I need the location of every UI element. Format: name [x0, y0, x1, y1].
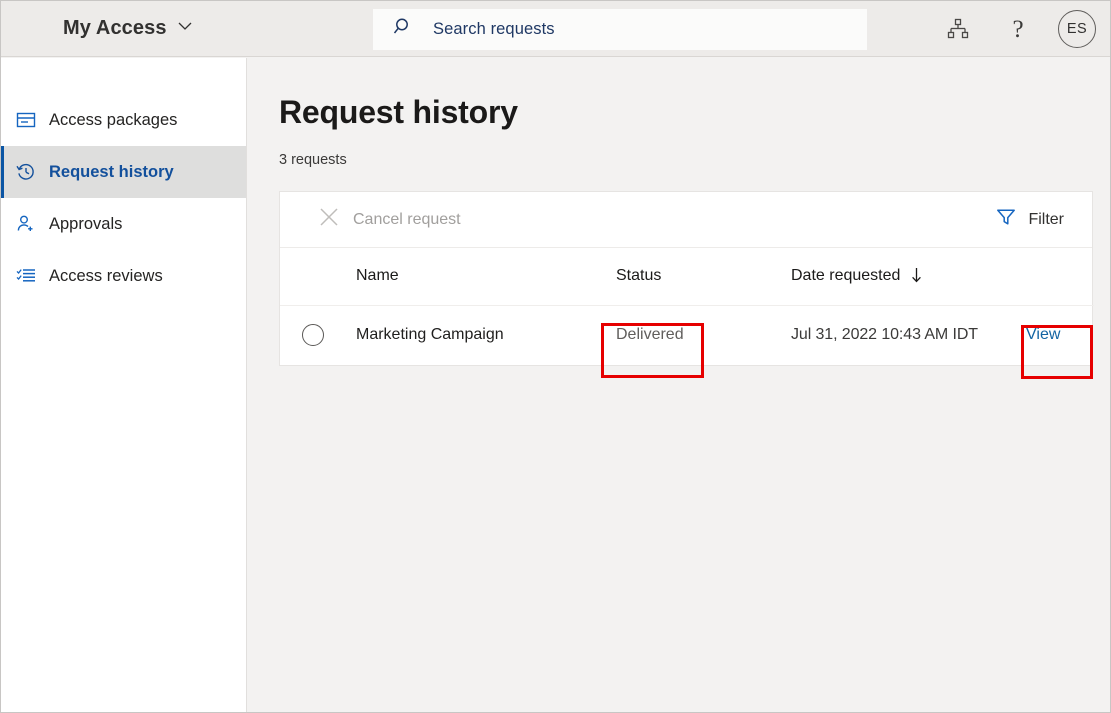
sidebar-item-label: Approvals: [49, 216, 122, 233]
sidebar-item-access-packages[interactable]: Access packages: [1, 94, 246, 146]
sidebar-item-label: Access packages: [49, 112, 177, 129]
request-count: 3 requests: [279, 152, 347, 168]
sidebar-item-request-history[interactable]: Request history: [1, 146, 246, 198]
search-input[interactable]: Search requests: [433, 20, 555, 39]
select-all-header: [280, 248, 356, 305]
avatar[interactable]: ES: [1058, 10, 1096, 48]
table-body: Marketing Campaign Delivered Jul 31, 202…: [280, 305, 1094, 365]
sidebar-item-label: Access reviews: [49, 268, 163, 285]
brand-my-access[interactable]: My Access: [63, 17, 193, 40]
row-radio-button[interactable]: [302, 324, 324, 346]
search-box[interactable]: Search requests: [373, 9, 867, 50]
sidebar-nav: Access packages Request history: [1, 58, 247, 712]
app-window: My Access Search requests: [0, 0, 1111, 713]
row-select-cell: [280, 305, 356, 365]
avatar-initials: ES: [1067, 21, 1087, 37]
request-history-clock-icon: [15, 162, 37, 182]
search-icon: [392, 16, 414, 43]
top-header-bar: My Access Search requests: [1, 1, 1110, 57]
status-badge: Delivered: [616, 326, 684, 343]
filter-label: Filter: [1028, 211, 1064, 229]
table-header-row: Name Status Date requested: [280, 248, 1094, 305]
approvals-person-add-icon: [15, 214, 37, 234]
cancel-x-icon: [318, 206, 340, 233]
view-link[interactable]: View: [1026, 326, 1060, 343]
chevron-down-icon: [177, 17, 193, 40]
help-question-icon[interactable]: ?: [998, 9, 1038, 49]
help-glyph: ?: [1012, 17, 1023, 42]
cell-actions: View: [1026, 305, 1094, 365]
page-title: Request history: [279, 94, 518, 131]
requests-table: Name Status Date requested: [280, 248, 1094, 365]
column-header-date-requested[interactable]: Date requested: [791, 248, 1026, 305]
sidebar-item-label: Request history: [49, 164, 174, 181]
main-content: Request history 3 requests Cancel reques…: [248, 58, 1110, 712]
requests-card: Cancel request Filter Name S: [279, 191, 1093, 366]
table-header: Name Status Date requested: [280, 248, 1094, 305]
access-packages-icon: [15, 110, 37, 130]
command-bar: Cancel request Filter: [280, 192, 1092, 248]
brand-label: My Access: [63, 17, 167, 40]
filter-funnel-icon: [996, 207, 1016, 232]
cancel-request-button[interactable]: Cancel request: [318, 206, 461, 233]
access-reviews-checklist-icon: [15, 266, 37, 286]
column-header-date-label: Date requested: [791, 267, 900, 284]
column-header-actions: [1026, 248, 1094, 305]
sidebar-item-access-reviews[interactable]: Access reviews: [1, 250, 246, 302]
filter-button[interactable]: Filter: [996, 207, 1070, 232]
sidebar-item-approvals[interactable]: Approvals: [1, 198, 246, 250]
cell-name: Marketing Campaign: [356, 305, 616, 365]
table-row[interactable]: Marketing Campaign Delivered Jul 31, 202…: [280, 305, 1094, 365]
cell-date-requested: Jul 31, 2022 10:43 AM IDT: [791, 305, 1026, 365]
org-hierarchy-icon[interactable]: [938, 9, 978, 49]
date-requested-text: Jul 31, 2022 10:43 AM IDT: [791, 326, 978, 343]
cancel-request-label: Cancel request: [353, 211, 461, 229]
cell-status: Delivered: [616, 305, 791, 365]
header-actions: ? ES: [938, 1, 1096, 57]
column-header-name[interactable]: Name: [356, 248, 616, 305]
sort-descending-arrow-icon: [911, 267, 922, 284]
column-header-status[interactable]: Status: [616, 248, 791, 305]
